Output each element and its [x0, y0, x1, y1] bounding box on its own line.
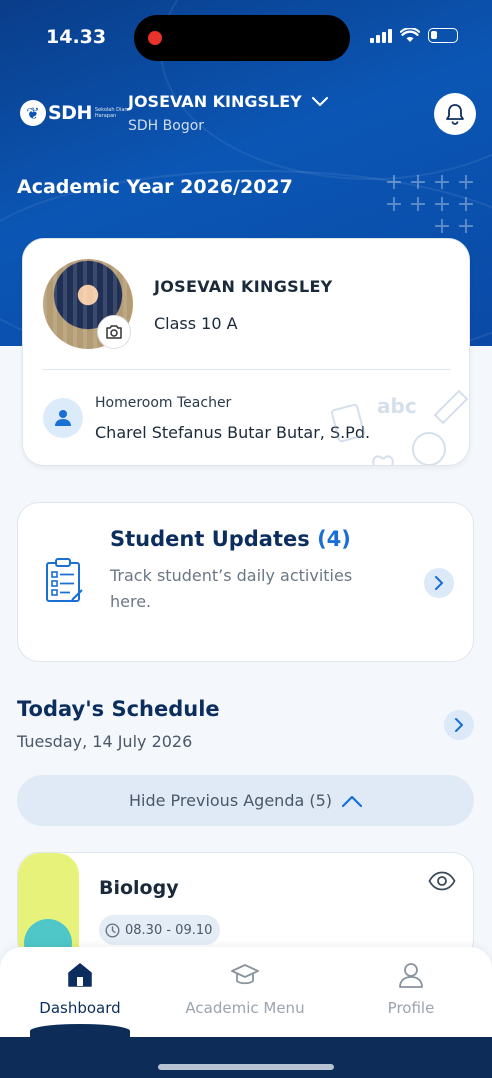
- nav-profile-label: Profile: [387, 999, 435, 1017]
- student-updates-card[interactable]: Student Updates (4) Track student’s dail…: [17, 502, 474, 662]
- school-logo: ❦ SDH Sekolah Dian Harapan: [20, 100, 129, 126]
- chevron-down-icon: [311, 96, 328, 106]
- nav-profile[interactable]: Profile: [329, 961, 492, 1017]
- school-doodle-decoration: abc: [330, 389, 469, 465]
- home-icon: [68, 963, 92, 987]
- status-time: 14.33: [46, 26, 107, 48]
- nav-dashboard-label: Dashboard: [39, 999, 121, 1017]
- academic-year: Academic Year 2026/2027: [17, 176, 293, 198]
- student-updates-count: (4): [317, 527, 351, 551]
- person-icon: [399, 963, 423, 988]
- svg-text:abc: abc: [377, 394, 417, 418]
- hide-previous-agenda-button[interactable]: Hide Previous Agenda (5): [17, 775, 474, 826]
- student-name: JOSEVAN KINGSLEY: [154, 277, 333, 296]
- eye-icon[interactable]: [428, 871, 456, 891]
- agenda-item[interactable]: Biology 08.30 - 09.10: [17, 852, 474, 962]
- decorative-plus-grid: + + + + + + + + + +: [384, 170, 476, 239]
- chevron-up-icon: [342, 795, 363, 807]
- agenda-subject: Biology: [99, 877, 179, 899]
- status-bar: 14.33: [0, 0, 492, 76]
- school-logo-subtext: Sekolah Dian Harapan: [94, 107, 128, 119]
- change-photo-button[interactable]: [97, 315, 131, 349]
- checklist-icon: [46, 558, 83, 602]
- clock-icon: [105, 922, 120, 938]
- camera-icon: [106, 325, 122, 339]
- active-tab-indicator: [30, 1024, 130, 1038]
- cellular-signal-icon: [370, 28, 392, 43]
- header-school-name: SDH Bogor: [128, 118, 205, 134]
- hide-previous-agenda-label: Hide Previous Agenda (5): [128, 791, 333, 810]
- agenda-time: 08.30 - 09.10: [99, 915, 221, 945]
- schedule-date: Tuesday, 14 July 2026: [17, 732, 193, 751]
- chevron-right-icon: [455, 718, 463, 732]
- student-updates-title: Student Updates (4): [110, 527, 351, 551]
- notification-button[interactable]: [434, 93, 476, 135]
- school-logo-mark: ❦: [20, 100, 46, 126]
- agenda-time-text: 08.30 - 09.10: [125, 922, 213, 938]
- header-student-name: JOSEVAN KINGSLEY: [128, 92, 302, 111]
- schedule-open-button[interactable]: [444, 710, 474, 740]
- homeroom-teacher-label: Homeroom Teacher: [95, 395, 232, 411]
- recording-indicator: [148, 31, 162, 45]
- nav-academic-menu-label: Academic Menu: [185, 999, 305, 1017]
- wifi-icon: [400, 28, 420, 42]
- student-switcher[interactable]: JOSEVAN KINGSLEY: [128, 92, 328, 111]
- home-indicator[interactable]: [158, 1064, 334, 1070]
- nav-academic-menu[interactable]: Academic Menu: [163, 961, 327, 1017]
- graduation-cap-icon: [231, 964, 259, 985]
- school-logo-text: SDH: [48, 102, 92, 124]
- student-updates-open-button[interactable]: [424, 568, 454, 598]
- teacher-icon: [43, 398, 83, 438]
- schedule-title: Today's Schedule: [17, 697, 220, 721]
- bell-icon: [446, 104, 464, 125]
- chevron-right-icon: [435, 576, 443, 590]
- student-class: Class 10 A: [154, 314, 238, 333]
- nav-dashboard[interactable]: Dashboard: [0, 961, 162, 1017]
- system-home-area: [0, 1037, 492, 1078]
- student-updates-description: Track student’s daily activities here.: [110, 566, 353, 611]
- student-profile-card[interactable]: JOSEVAN KINGSLEY Class 10 A Homeroom Tea…: [22, 238, 470, 466]
- battery-icon: [428, 28, 458, 43]
- divider: [43, 369, 451, 370]
- dynamic-island: [134, 15, 350, 61]
- person-icon: [55, 410, 71, 426]
